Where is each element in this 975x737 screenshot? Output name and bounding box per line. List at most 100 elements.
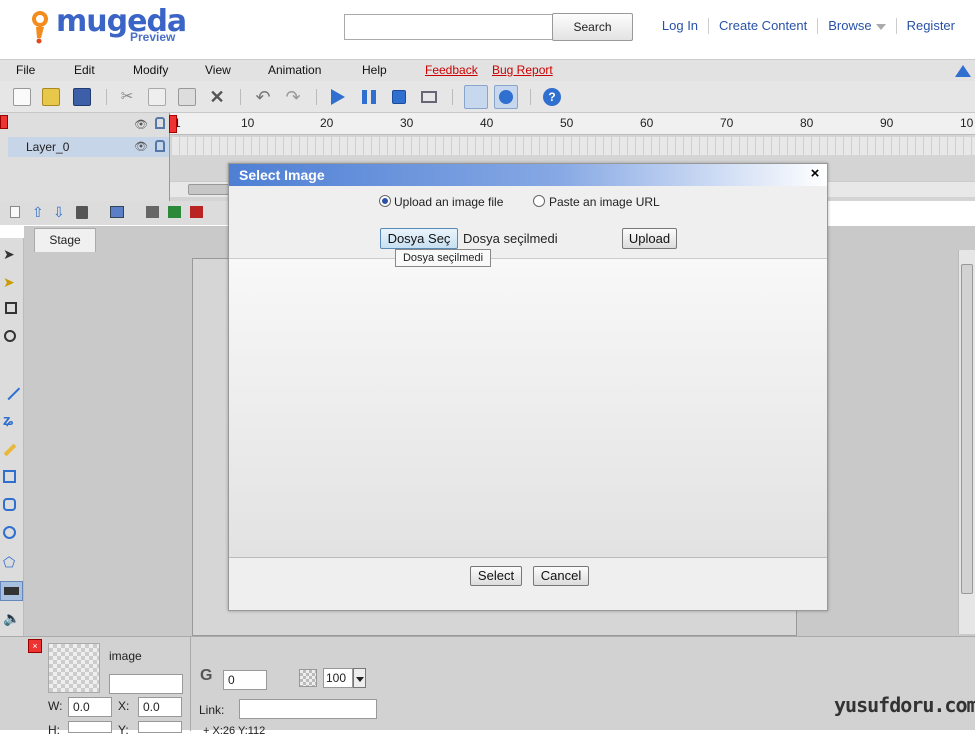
trash-icon[interactable]	[76, 206, 88, 219]
login-link[interactable]: Log In	[652, 18, 710, 34]
create-content-link[interactable]: Create Content	[709, 18, 819, 34]
collapse-icon[interactable]	[955, 65, 971, 77]
pause-icon[interactable]	[362, 90, 376, 104]
top-nav: Log In Create Content Browse Register	[652, 18, 975, 34]
ruler-tick: 40	[480, 116, 494, 130]
width-field[interactable]: 0.0	[68, 697, 112, 717]
polygon-icon[interactable]: ⬠	[3, 554, 19, 570]
mugeda-logo-icon[interactable]	[28, 8, 52, 44]
toolbar-divider	[530, 89, 531, 105]
close-icon[interactable]: ×	[807, 166, 823, 182]
menu-modify[interactable]: Modify	[133, 63, 168, 77]
redo-icon[interactable]: ↷	[284, 88, 302, 106]
radio-upload[interactable]	[379, 195, 391, 207]
menu-help[interactable]: Help	[362, 63, 387, 77]
toolbar-divider	[106, 89, 107, 105]
help-icon[interactable]: ?	[543, 88, 561, 106]
scroll-thumb[interactable]	[961, 264, 973, 594]
x-field[interactable]: 0.0	[138, 697, 182, 717]
save-icon[interactable]	[73, 88, 91, 106]
select-button[interactable]: Select	[470, 566, 522, 586]
ellipse-icon[interactable]	[3, 526, 16, 539]
menu-animation[interactable]: Animation	[268, 63, 321, 77]
ruler-tick: 20	[320, 116, 334, 130]
feedback-link[interactable]: Feedback	[425, 63, 478, 77]
copy-icon[interactable]	[148, 88, 166, 106]
radio-upload-label[interactable]: Upload an image file	[394, 195, 503, 209]
play-icon[interactable]	[331, 89, 345, 105]
audio-icon[interactable]: 🔈	[3, 610, 20, 626]
move-down-icon[interactable]: ⇩	[53, 204, 65, 221]
layer-tool-icon[interactable]	[146, 206, 159, 218]
line-icon[interactable]	[1, 381, 21, 401]
rotation-field[interactable]: 0	[223, 670, 267, 690]
paste-icon[interactable]	[178, 88, 196, 106]
rounded-rect-icon[interactable]	[3, 498, 16, 511]
move-up-icon[interactable]: ⇧	[32, 204, 44, 221]
frame-ruler[interactable]: 1 10 20 30 40 50 60 70 80 90 10	[170, 113, 975, 135]
layer-tool-icon[interactable]	[190, 206, 203, 218]
clock-icon[interactable]	[494, 85, 518, 109]
layer-tool-icon[interactable]	[168, 206, 181, 218]
stop-icon[interactable]	[392, 90, 406, 104]
layer-row[interactable]: Layer_0 👁	[8, 137, 169, 157]
width-label: W:	[48, 699, 63, 713]
opacity-dropdown[interactable]	[353, 668, 366, 688]
select-arrow-icon[interactable]: ➤	[3, 246, 19, 262]
menu-file[interactable]: File	[16, 63, 35, 77]
close-panel-icon[interactable]	[0, 115, 8, 129]
object-thumbnail	[48, 643, 100, 693]
pencil-icon[interactable]	[3, 443, 17, 457]
layer-name[interactable]: Layer_0	[26, 140, 69, 154]
ruler-tick: 70	[720, 116, 734, 130]
zoom-icon[interactable]	[4, 330, 16, 342]
search-button[interactable]: Search	[552, 13, 633, 41]
delete-icon[interactable]: ✕	[208, 88, 226, 106]
cut-icon[interactable]: ✂	[118, 88, 136, 106]
y-field[interactable]	[138, 721, 182, 733]
cancel-button[interactable]: Cancel	[533, 566, 589, 586]
height-field[interactable]	[68, 721, 112, 733]
browse-link[interactable]: Browse	[818, 18, 897, 34]
close-panel-icon[interactable]: ×	[28, 639, 42, 653]
playhead[interactable]	[169, 115, 177, 133]
radio-url-label[interactable]: Paste an image URL	[549, 195, 660, 209]
eye-icon[interactable]: 👁	[134, 140, 148, 153]
group-icon[interactable]	[110, 206, 124, 218]
x-label: X:	[118, 699, 130, 713]
upload-button[interactable]: Upload	[622, 228, 677, 249]
dialog-title: Select Image	[229, 164, 827, 186]
eye-icon[interactable]: 👁	[134, 118, 148, 131]
preview-icon[interactable]	[421, 91, 437, 103]
menu-view[interactable]: View	[205, 63, 231, 77]
new-layer-icon[interactable]	[10, 206, 20, 218]
site-header: mugeda Preview Search Log In Create Cont…	[0, 0, 975, 59]
edit-icon[interactable]	[464, 85, 488, 109]
lock-icon[interactable]	[155, 117, 165, 129]
image-preview-area	[229, 258, 827, 558]
undo-icon[interactable]: ↶	[254, 88, 272, 106]
curve-icon[interactable]: ʑ	[3, 412, 19, 429]
new-icon[interactable]	[13, 88, 31, 106]
link-field[interactable]	[239, 699, 377, 719]
lock-icon[interactable]	[155, 140, 165, 152]
image-tool-icon[interactable]	[0, 581, 23, 601]
choose-file-button[interactable]: Dosya Seç	[380, 228, 458, 249]
search-input[interactable]	[344, 14, 554, 40]
open-icon[interactable]	[42, 88, 60, 106]
subselect-icon[interactable]: ➤	[3, 274, 19, 290]
bug-report-link[interactable]: Bug Report	[492, 63, 553, 77]
rectangle-icon[interactable]	[3, 470, 16, 483]
transform-icon[interactable]	[5, 302, 17, 314]
y-label: Y:	[118, 723, 129, 737]
stage-vscrollbar[interactable]	[958, 250, 975, 634]
panel-divider	[190, 637, 191, 731]
frame-track[interactable]	[172, 137, 975, 155]
object-name-field[interactable]	[109, 674, 183, 694]
opacity-field[interactable]: 100	[323, 668, 353, 688]
menu-edit[interactable]: Edit	[74, 63, 95, 77]
radio-url[interactable]	[533, 195, 545, 207]
ruler-tick: 60	[640, 116, 654, 130]
tab-stage[interactable]: Stage	[34, 228, 96, 252]
register-link[interactable]: Register	[897, 18, 975, 34]
